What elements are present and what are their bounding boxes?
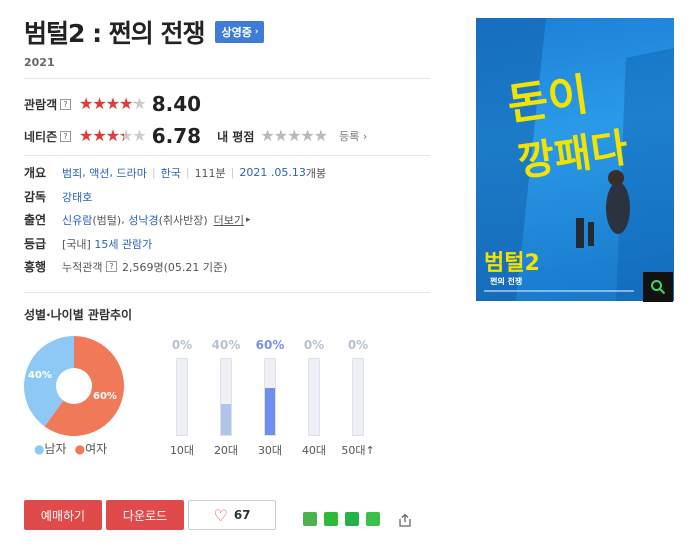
donut-hole [56,368,92,404]
grade-key: 등급 [24,237,47,251]
divider [24,78,430,79]
demographics-title: 성별·나이별 관람추이 [24,308,133,322]
status-badge-label: 상영중 [221,26,252,39]
male-pct-label: 40% [28,370,52,381]
help-icon[interactable]: ? [105,261,117,272]
age-group-column: 40% 20대 [206,338,246,457]
help-icon[interactable]: ? [60,98,71,110]
age-group-bar-track [264,358,276,436]
runtime: 111분 [194,166,226,180]
age-group-bar-track [308,358,320,436]
grade-link[interactable]: 15세 관람가 [94,236,152,252]
caret-right-icon: ▸ [246,214,251,225]
age-group-label: 50대↑ [341,444,375,457]
like-count: 67 [233,508,251,522]
age-group-pct: 0% [303,338,325,352]
like-button[interactable]: ♡ 67 [188,500,276,530]
age-group-bar-track [220,358,232,436]
heart-icon: ♡ [213,505,228,525]
age-group-bar-track [176,358,188,436]
box-office-asof: (05.21 기준) [163,260,228,274]
age-group-column: 0% 50대↑ [338,338,378,457]
director-key: 감독 [24,190,47,204]
netizen-rating-label: 네티즌 [24,129,58,144]
age-group-bar [221,404,231,435]
age-group-bar [265,388,275,435]
poster-logo: 범털2 [484,251,540,276]
audience-stars: ★★★★★ ★★★★★ [79,94,147,113]
country-link[interactable]: 한국 [161,165,181,181]
reserve-button[interactable]: 예매하기 [24,500,102,530]
actor-role: (범털) [92,213,122,227]
actor-role: (취사반장) [158,213,208,227]
share-icon[interactable] [397,512,413,528]
age-group-pct: 0% [171,338,193,352]
age-group-label: 30대 [257,444,283,457]
grade-row: 등급 [국내] 15세 관람가 [24,235,152,252]
download-button[interactable]: 다운로드 [106,500,184,530]
poster-headline-1: 돈이 [504,69,591,131]
poster-logo-sub: 쩐의 전쟁 [490,276,522,286]
magnifier-icon [651,280,666,295]
netizen-score: 6.78 [151,124,202,148]
box-office-label: 누적관객 [62,260,103,274]
grade-prefix: [국내] [62,237,91,251]
age-group-column: 60% 30대 [250,338,290,457]
age-group-pct: 60% [255,338,285,352]
register-rating-link[interactable]: 등록 › [339,128,367,144]
legend-male: ●남자 [34,442,67,456]
age-group-label: 40대 [301,444,327,457]
director-link[interactable]: 강태호 [62,189,92,205]
audience-rating: 관람객 ? ★★★★★ ★★★★★ 8.40 [24,92,201,116]
release-date-link[interactable]: 2021 .05.13 [239,166,305,179]
genre-link[interactable]: 액션 [89,165,109,181]
age-group-column: 0% 10대 [162,338,202,457]
poster-art: 돈이 깡패다 범털2 쩐의 전쟁 [476,18,674,301]
poster-zoom-button[interactable] [643,272,673,302]
cast-row: 출연 신유람 (범털), 성낙경 (취사반장) 더보기 ▸ [24,212,251,228]
release-suffix: 개봉 [305,166,327,180]
status-badge[interactable]: 상영중 › [214,21,264,43]
box-office-key: 흥행 [24,260,47,274]
actor-link[interactable]: 성낙경 [128,212,158,228]
share-band-icon[interactable] [345,512,359,526]
netizen-rating: 네티즌 ? ★★★★★ ★★★★★ 6.78 내 평점 ★★★★★ 등록 › [24,124,367,148]
my-rating-label: 내 평점 [217,129,255,144]
release-year: 2021 [24,56,55,69]
genre-link[interactable]: 드라마 [117,165,147,181]
age-group-bar-track [352,358,364,436]
age-group-label: 10대 [169,444,195,457]
movie-poster[interactable]: 돈이 깡패다 범털2 쩐의 전쟁 [476,18,674,301]
netizen-stars: ★★★★★ ★★★★★ [79,126,147,145]
movie-title: 범털2 : 쩐의 전쟁 [24,19,206,48]
box-office-row: 흥행 누적관객 ? 2,569명 (05.21 기준) [24,258,227,275]
age-group-label: 20대 [213,444,239,457]
share-line-icon[interactable] [303,512,317,526]
my-rating-stars[interactable]: ★★★★★ [260,128,328,144]
overview-key: 개요 [24,166,47,180]
help-icon[interactable]: ? [60,130,71,142]
genre-link[interactable]: 범죄 [62,165,82,181]
box-office-count: 2,569명 [121,260,164,274]
age-group-pct: 40% [211,338,241,352]
gender-donut-chart: 40% 60% [24,336,124,436]
share-blog-icon[interactable] [366,512,380,526]
divider [24,292,430,293]
age-group-column: 0% 40대 [294,338,334,457]
actor-link[interactable]: 신유람 [62,212,92,228]
female-pct-label: 60% [93,391,117,402]
overview-row: 개요 범죄, 액션, 드라마 | 한국 | 111분 | 2021 .05.13… [24,165,327,181]
audience-score: 8.40 [151,92,202,116]
gender-legend: ●남자 ●여자 [34,440,107,457]
cast-more-link[interactable]: 더보기 [214,212,244,228]
divider [24,155,430,156]
cast-key: 출연 [24,213,47,227]
director-row: 감독 강태호 [24,188,92,205]
share-naver-icon[interactable] [324,512,338,526]
legend-female: ●여자 [74,442,108,456]
chevron-right-icon: › [254,27,259,37]
age-group-pct: 0% [347,338,369,352]
audience-rating-label: 관람객 [24,97,58,112]
title-row: 범털2 : 쩐의 전쟁 상영중 › [24,14,264,50]
